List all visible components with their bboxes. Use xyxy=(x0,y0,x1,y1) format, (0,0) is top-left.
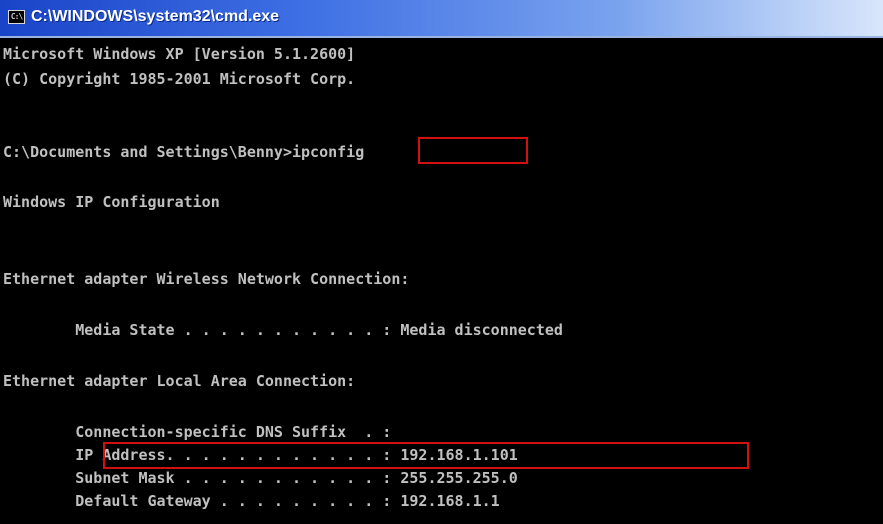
cmd-window: C:\ C:\WINDOWS\system32\cmd.exe Microsof… xyxy=(0,0,883,524)
console-line: Media State . . . . . . . . . . . : Medi… xyxy=(3,321,563,339)
cmd-icon: C:\ xyxy=(8,10,25,24)
console-line: Windows IP Configuration xyxy=(3,193,220,211)
console-line: Ethernet adapter Local Area Connection: xyxy=(3,372,356,390)
prompt-path: C:\Documents and Settings\Benny> xyxy=(3,143,292,161)
ipconfig-command: ipconfig xyxy=(291,143,365,161)
console-line: (C) Copyright 1985-2001 Microsoft Corp. xyxy=(3,70,356,88)
console-line: Ethernet adapter Wireless Network Connec… xyxy=(3,270,410,288)
ip-address-highlight xyxy=(103,442,749,469)
console-line: Default Gateway . . . . . . . . . : 192.… xyxy=(3,492,500,510)
console-line: Connection-specific DNS Suffix . : xyxy=(3,423,392,441)
title-bar[interactable]: C:\ C:\WINDOWS\system32\cmd.exe xyxy=(0,0,883,38)
console-prompt-line: C:\Documents and Settings\Benny>ipconfig xyxy=(3,142,364,162)
window-title: C:\WINDOWS\system32\cmd.exe xyxy=(31,8,280,25)
ipconfig-highlight xyxy=(418,137,528,164)
console-line: Microsoft Windows XP [Version 5.1.2600] xyxy=(3,45,356,63)
console-line: Subnet Mask . . . . . . . . . . . : 255.… xyxy=(3,469,518,487)
